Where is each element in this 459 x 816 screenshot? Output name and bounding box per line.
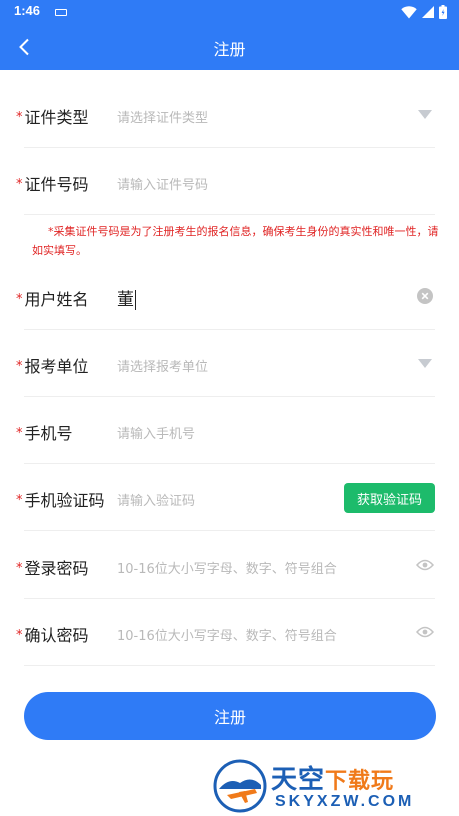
field-label: * 手机验证码 [16, 487, 105, 511]
eye-icon[interactable] [415, 555, 435, 575]
user-name-input[interactable]: 董 [117, 285, 136, 310]
field-label-text: 手机号 [24, 424, 73, 443]
field-password[interactable]: * 登录密码 10-16位大小写字母、数字、符号组合 [16, 533, 435, 599]
page-title: 注册 [213, 40, 246, 59]
logo-plane-icon [213, 759, 267, 813]
field-label: * 报考单位 [16, 353, 89, 377]
field-label: * 证件类型 [16, 104, 89, 128]
required-mark: * [16, 493, 23, 508]
status-bar: 1:46 [0, 0, 459, 24]
field-label-text: 证件类型 [24, 108, 89, 127]
required-mark: * [16, 110, 23, 125]
id-type-select[interactable]: 请选择证件类型 [117, 107, 208, 126]
battery-icon [439, 5, 447, 19]
id-collection-notice: *采集证件号码是为了注册考生的报名信息，确保考生身份的真实性和唯一性，请如实填写… [32, 225, 439, 257]
required-mark: * [16, 292, 23, 307]
required-mark: * [16, 561, 23, 576]
clear-icon[interactable] [415, 286, 435, 306]
field-exam-unit[interactable]: * 报考单位 请选择报考单位 [16, 331, 435, 397]
watermark-cn-main: 天空 [271, 765, 326, 795]
field-label-text: 确认密码 [24, 626, 89, 645]
required-mark: * [16, 628, 23, 643]
watermark-cn: 天空下载玩 [271, 759, 394, 796]
status-time: 1:46 [14, 3, 41, 18]
sms-code-input[interactable]: 请输入验证码 [117, 490, 195, 509]
field-label: * 用户姓名 [16, 286, 89, 310]
get-sms-code-button[interactable]: 获取验证码 [344, 483, 435, 513]
field-label-text: 证件号码 [24, 175, 89, 194]
required-mark: * [16, 359, 23, 374]
field-label: * 证件号码 [16, 171, 89, 195]
wifi-icon [401, 5, 417, 18]
field-sms-code[interactable]: * 手机验证码 请输入验证码 获取验证码 [16, 465, 435, 531]
field-phone[interactable]: * 手机号 请输入手机号 [16, 398, 435, 464]
field-label-text: 报考单位 [24, 357, 89, 376]
eye-icon[interactable] [415, 622, 435, 642]
watermark-en: SKYXZW.COM [275, 793, 415, 810]
status-icons [401, 4, 447, 20]
required-mark: * [16, 426, 23, 441]
dropdown-arrow-icon[interactable] [415, 104, 435, 124]
field-id-number[interactable]: * 证件号码 请输入证件号码 [16, 149, 435, 215]
confirm-password-input[interactable]: 10-16位大小写字母、数字、符号组合 [117, 625, 337, 644]
signal-icon [422, 6, 434, 18]
field-label-text: 手机验证码 [24, 491, 105, 510]
register-button[interactable]: 注册 [24, 692, 436, 740]
field-label: * 手机号 [16, 420, 73, 444]
password-input[interactable]: 10-16位大小写字母、数字、符号组合 [117, 558, 337, 577]
field-label-text: 登录密码 [24, 559, 89, 578]
watermark: 天空下载玩 SKYXZW.COM [213, 757, 455, 813]
field-label: * 登录密码 [16, 555, 89, 579]
keyboard-icon [55, 9, 67, 16]
dropdown-arrow-icon[interactable] [415, 353, 435, 373]
app-header: 注册 [0, 24, 459, 70]
field-confirm-password[interactable]: * 确认密码 10-16位大小写字母、数字、符号组合 [16, 600, 435, 666]
exam-unit-select[interactable]: 请选择报考单位 [117, 356, 208, 375]
field-label-text: 用户姓名 [24, 290, 89, 309]
field-label: * 确认密码 [16, 622, 89, 646]
id-number-input[interactable]: 请输入证件号码 [117, 174, 208, 193]
field-user-name[interactable]: * 用户姓名 董 [16, 264, 435, 330]
required-mark: * [16, 177, 23, 192]
field-id-type[interactable]: * 证件类型 请选择证件类型 [16, 82, 435, 148]
watermark-cn-sub: 下载玩 [325, 769, 395, 794]
phone-input[interactable]: 请输入手机号 [117, 423, 195, 442]
